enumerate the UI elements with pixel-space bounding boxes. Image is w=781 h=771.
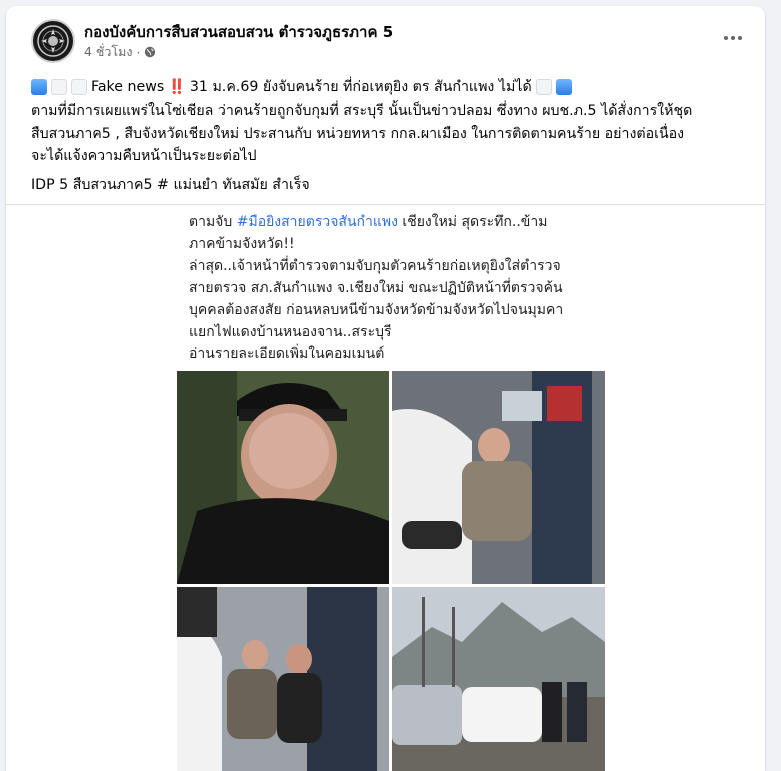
post-headline: 31 ม.ค.69 ยังจับคนร้าย ที่ก่อเหตุยิง ตร … [189,79,532,95]
police-emblem-icon [34,22,72,60]
caption-text: ตามจับ [189,214,237,230]
post-body: ตามที่มีการเผยแพร่ในโซ่เชียล ว่าคนร้ายถู… [31,100,756,168]
news-graphic: ตามจับ #มือยิงสายตรวจสันกำแพง เชียงใหม่ … [176,205,606,771]
page-avatar[interactable] [31,19,75,63]
fake-news-label: Fake news [91,79,165,95]
post-body-line: สืบสวนภาค5 , สืบจังหวัดเชียงใหม่ ประสานก… [31,125,685,142]
blue-square-emoji-icon [555,79,572,96]
globe-icon[interactable] [144,46,156,58]
post-image[interactable]: ตามจับ #มือยิงสายตรวจสันกำแพง เชียงใหม่ … [6,204,765,771]
post-card: กองบังคับการสืบสวนสอบสวน ตำรวจภูธรภาค 5 … [6,6,765,771]
caption-text: เชียงใหม่ สุดระทึก..ข้าม [397,214,548,230]
white-square-emoji-icon [71,79,87,96]
white-square-emoji-icon [51,79,67,96]
meta-separator: · [136,44,141,60]
post-body-line: จะได้แจ้งความคืบหน้าเป็นระยะต่อไป [31,148,257,164]
more-options-button[interactable] [719,26,747,50]
caption-text: แยกไฟแดงบ้านหนองจาน..สระบุรี [189,324,392,340]
caption-text: ภาคข้ามจังหวัด!! [189,236,295,252]
double-exclamation-icon: ‼️ [168,79,186,95]
post-body-line: ตามที่มีการเผยแพร่ในโซ่เชียล ว่าคนร้ายถู… [31,103,693,119]
post-hashtags: IDP 5 สืบสวนภาค5 # แม่นยำ ทันสมัย สำเร็จ [31,177,310,193]
more-horizontal-icon [724,36,728,40]
caption-text: ล่าสุด..เจ้าหน้าที่ตำรวจตามจับกุมตัวคนร้… [189,258,561,274]
image-caption: ตามจับ #มือยิงสายตรวจสันกำแพง เชียงใหม่ … [189,211,603,365]
post-header: กองบังคับการสืบสวนสอบสวน ตำรวจภูธรภาค 5 … [6,6,765,70]
post-text-line1: Fake news ‼️ 31 ม.ค.69 ยังจับคนร้าย ที่ก… [31,76,756,99]
white-square-emoji-icon [535,79,552,96]
page-name-link[interactable]: กองบังคับการสืบสวนสอบสวน ตำรวจภูธรภาค 5 [84,20,393,44]
blue-square-emoji-icon [31,79,47,96]
post-time-link[interactable]: 4 ชั่วโมง [84,42,133,62]
photo-suspects-seated [177,587,389,771]
photo-suspect-closeup [177,371,389,584]
post-meta: 4 ชั่วโมง · [84,42,156,62]
photo-arrest-car [392,371,605,584]
caption-text: บุคคลต้องสงสัย ก่อนหลบหนีข้ามจังหวัดข้าม… [189,302,564,318]
caption-hashtag: #มือยิงสายตรวจสันกำแพง [236,214,398,230]
caption-text: สายตรวจ สภ.สันกำแพง จ.เชียงใหม่ ขณะปฏิบั… [189,280,563,296]
photo-roadside-scene [392,587,605,771]
caption-text: อ่านรายละเอียดเพิ่มในคอมเมนต์ [189,346,385,362]
